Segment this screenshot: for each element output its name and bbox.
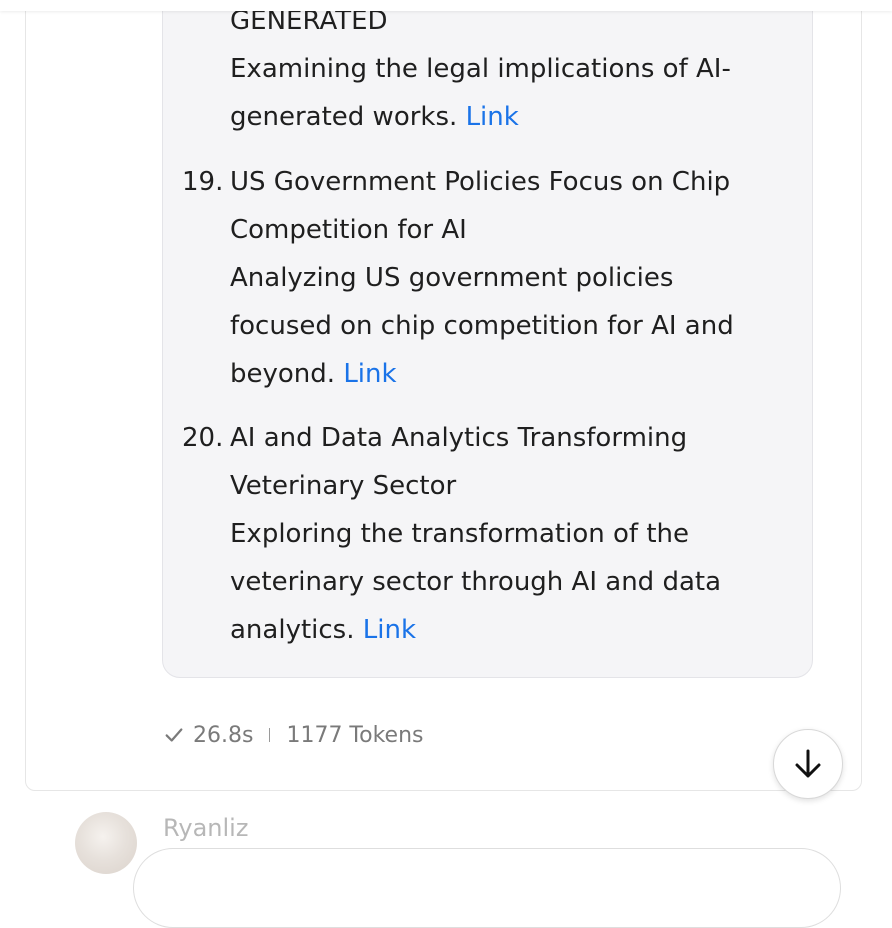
token-count: 1177 Tokens xyxy=(286,722,424,748)
username: Ryanliz xyxy=(163,814,249,842)
item-description: Examining the legal implications of AI- xyxy=(230,54,731,84)
response-duration: 26.8s xyxy=(193,722,254,748)
item-number: 19. xyxy=(182,167,224,197)
list-item: AI and Data Analytics Transforming Veter… xyxy=(230,414,780,654)
avatar[interactable] xyxy=(75,812,137,874)
item-description: generated works. xyxy=(230,102,458,132)
response-meta: 26.8s 1177 Tokens xyxy=(163,718,424,752)
item-title: AI and Data Analytics Transforming xyxy=(230,423,688,453)
list-item: US Government Policies Focus on Chip Com… xyxy=(230,158,780,398)
item-description: analytics. xyxy=(230,615,355,645)
item-description: focused on chip competition for AI and xyxy=(230,311,734,341)
next-message-box xyxy=(133,848,841,928)
item-title: Competition for AI xyxy=(230,215,467,245)
item-description: beyond. xyxy=(230,359,336,389)
item-title: Veterinary Sector xyxy=(230,471,457,501)
item-title: US Government Policies Focus on Chip xyxy=(230,167,731,197)
list-item: GENERATED Examining the legal implicatio… xyxy=(230,0,780,141)
item-description: Exploring the transformation of the xyxy=(230,519,689,549)
meta-divider xyxy=(269,728,271,742)
item-link[interactable]: Link xyxy=(363,615,416,645)
item-number: 20. xyxy=(182,423,224,453)
top-bar xyxy=(0,0,892,11)
item-description: veterinary sector through AI and data xyxy=(230,567,722,597)
arrow-down-icon xyxy=(795,749,821,778)
item-description: Analyzing US government policies xyxy=(230,263,674,293)
item-link[interactable]: Link xyxy=(343,359,396,389)
scroll-to-bottom-button[interactable] xyxy=(773,729,843,799)
item-link[interactable]: Link xyxy=(466,102,519,132)
check-icon xyxy=(165,728,183,742)
